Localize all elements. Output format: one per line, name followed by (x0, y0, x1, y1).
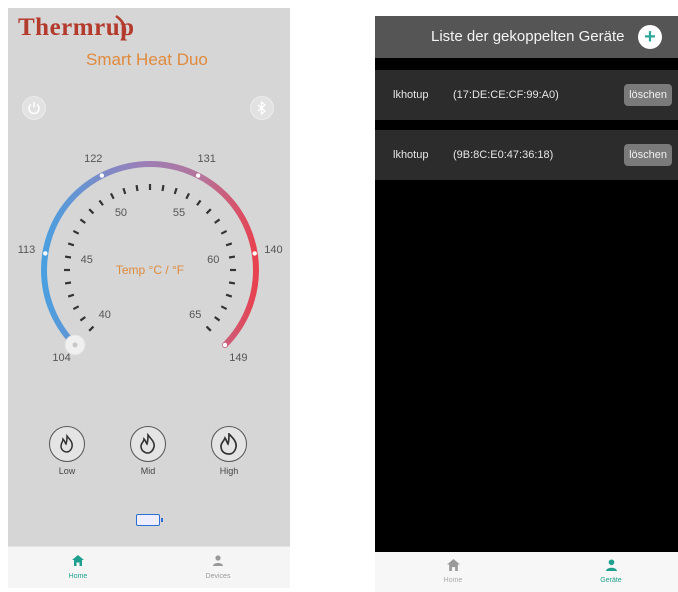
gauge-knob-center (72, 342, 78, 348)
gauge-tick (98, 199, 104, 206)
gauge-inner-label: 65 (189, 309, 202, 322)
page-title: Liste der gekoppelten Geräte (431, 28, 625, 45)
gauge-marker-dot (222, 342, 228, 348)
home-icon (446, 559, 460, 571)
nav-home-tab[interactable]: Home (48, 553, 108, 580)
gauge-marker-dot (43, 251, 48, 256)
gauge-outer-label: 113 (17, 244, 36, 257)
gauge-tick (228, 281, 236, 285)
gauge-tick (72, 229, 80, 235)
gauge-outer-label: 149 (229, 352, 248, 365)
gauge-tick (225, 242, 233, 247)
gauge-tick (79, 218, 86, 224)
gauge-outer-label: 122 (84, 152, 103, 165)
device-name: lkhotup (393, 89, 429, 101)
paired-devices-screen: Liste der gekoppelten Geräte + lkhotup (… (375, 16, 678, 592)
nav-devices-tab[interactable]: Geräte (581, 558, 641, 584)
gauge-inner-label: 40 (98, 309, 111, 322)
gauge-marker-dot (252, 251, 257, 256)
gauge-markers (43, 173, 257, 348)
gauge-tick (67, 242, 75, 247)
gauge-tick (220, 229, 228, 235)
gauge-tick (173, 187, 178, 195)
add-device-button[interactable]: + (638, 25, 662, 49)
heat-high-label: High (219, 466, 239, 476)
gauge-marker-dot (195, 173, 201, 178)
flame-mid-icon (140, 433, 155, 454)
gauge-tick (135, 184, 139, 192)
heat-low-label: Low (58, 466, 76, 476)
gauge-inner-label: 55 (172, 206, 186, 219)
gauge-tick (196, 199, 202, 206)
nav-devices-tab[interactable]: Devices (188, 553, 248, 580)
gauge-tick (88, 208, 95, 215)
gauge-outer-label: 140 (264, 244, 283, 257)
device-mac: (17:DE:CE:CF:99:A0) (453, 89, 559, 101)
temperature-gauge[interactable] (8, 8, 290, 428)
gauge-tick (79, 316, 86, 322)
gauge-tick (88, 325, 95, 332)
gauge-inner-label: 50 (114, 206, 128, 219)
flame-high-icon (220, 433, 237, 455)
heat-low-button[interactable] (49, 426, 85, 462)
heat-high-button[interactable] (211, 426, 247, 462)
gauge-marker-dot (99, 173, 105, 178)
gauge-tick (214, 316, 221, 322)
heat-mid-button[interactable] (130, 426, 166, 462)
heat-mid-label: Mid (140, 466, 156, 476)
gauge-outer-label: 131 (197, 152, 216, 165)
gauge-tick (205, 208, 212, 215)
nav-home-tab[interactable]: Home (423, 558, 483, 584)
nav-home-label: Home (68, 573, 88, 580)
gauge-inner-label: 45 (80, 253, 93, 266)
flame-low-icon (60, 433, 73, 453)
delete-device-button[interactable]: löschen (624, 144, 672, 166)
gauge-tick (228, 255, 236, 259)
device-row[interactable]: lkhotup (17:DE:CE:CF:99:A0) löschen (375, 70, 678, 120)
delete-device-button[interactable]: löschen (624, 84, 672, 106)
device-row[interactable]: lkhotup (9B:8C:E0:47:36:18) löschen (375, 130, 678, 180)
nav-devices-label: Geräte (600, 577, 622, 584)
gauge-tick (122, 187, 127, 195)
temperature-unit-label: Temp °C / °F (115, 263, 185, 277)
gauge-tick (220, 305, 228, 311)
gauge-tick (64, 255, 72, 259)
gauge-tick (214, 218, 221, 224)
gauge-tick (205, 325, 212, 332)
person-icon (213, 555, 223, 566)
home-icon (72, 555, 84, 566)
nav-devices-label: Devices (205, 573, 231, 580)
bottom-nav: Home Devices (8, 546, 290, 588)
gauge-outer-label: 104 (52, 352, 71, 365)
gauge-tick (67, 293, 75, 298)
gauge-tick (109, 192, 115, 200)
device-name: lkhotup (393, 149, 429, 161)
person-icon (605, 559, 617, 571)
device-mac: (9B:8C:E0:47:36:18) (453, 149, 554, 161)
gauge-tick (185, 192, 191, 200)
bottom-nav: Home Geräte (375, 552, 678, 592)
plus-icon: + (644, 26, 656, 48)
header-bar: Liste der gekoppelten Geräte + (375, 16, 678, 58)
gauge-tick (72, 305, 80, 311)
gauge-tick (64, 281, 72, 285)
thermostat-screen: Thermrup Smart Heat Duo 104 113 122 131 14 (8, 8, 290, 588)
gauge-tick (161, 184, 165, 192)
gauge-arc (41, 161, 259, 348)
gauge-inner-label: 60 (207, 253, 220, 266)
gauge-tick (225, 293, 233, 298)
battery-icon (136, 514, 163, 526)
nav-home-label: Home (443, 577, 463, 584)
